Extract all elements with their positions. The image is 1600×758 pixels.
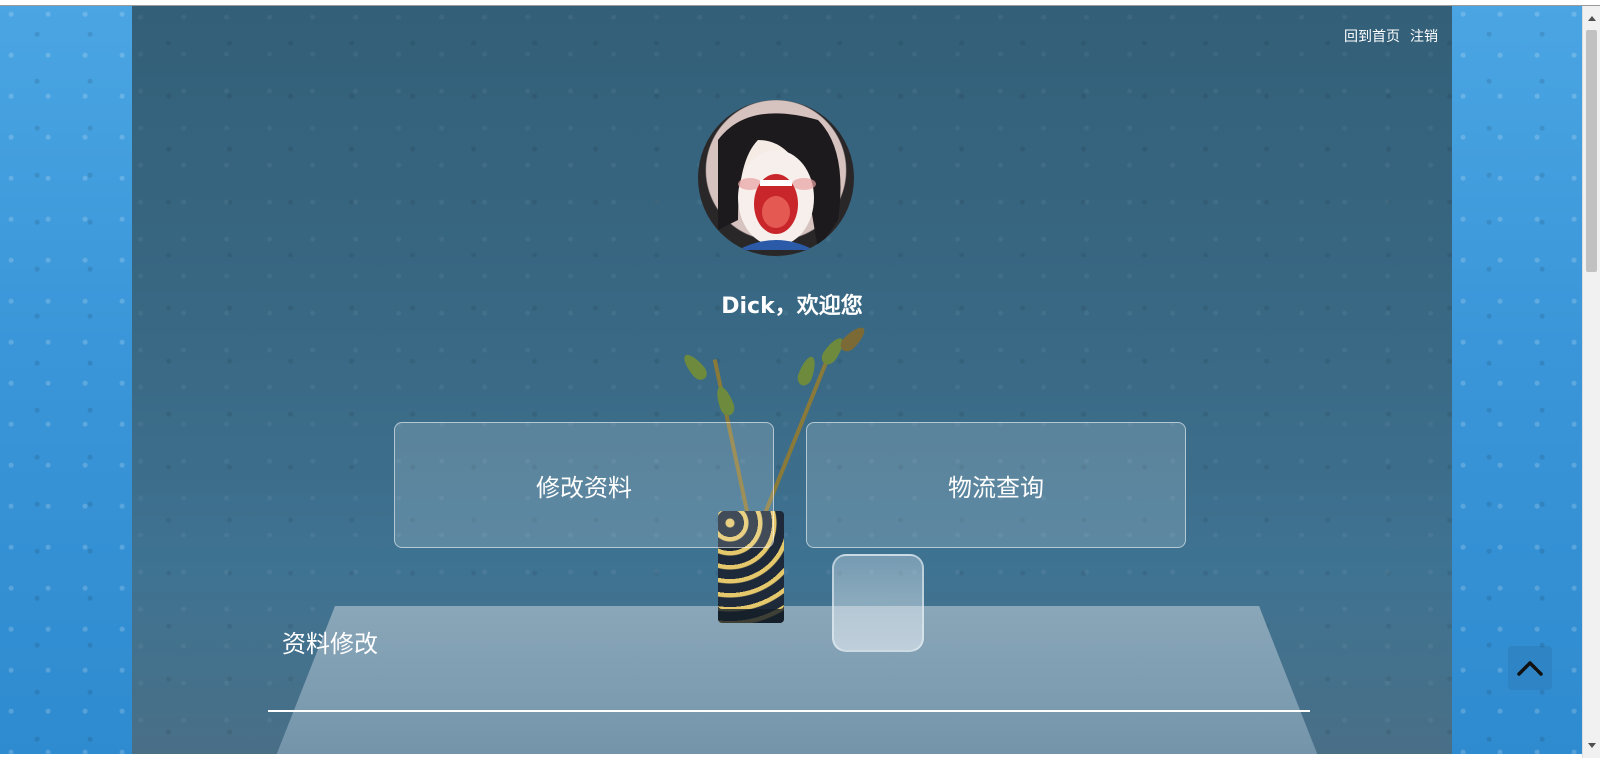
chevron-up-icon xyxy=(1517,661,1543,676)
edit-profile-button[interactable]: 修改资料 xyxy=(394,422,774,548)
scroll-down-arrow-icon[interactable] xyxy=(1588,743,1596,748)
section-divider xyxy=(268,710,1310,712)
main-panel: 回到首页 注销 Dick，欢迎您 修改资料 物流查询 资料修改 xyxy=(132,6,1452,758)
welcome-message: Dick，欢迎您 xyxy=(721,294,863,319)
plant-leaf xyxy=(713,384,737,418)
logout-link[interactable]: 注销 xyxy=(1410,26,1438,46)
window-bottom-border xyxy=(0,754,1582,758)
avatar-illustration xyxy=(718,113,841,250)
avatar xyxy=(698,100,854,256)
plant-leaf xyxy=(679,351,711,383)
vertical-scrollbar[interactable] xyxy=(1582,6,1600,758)
back-to-top-button[interactable] xyxy=(1508,646,1552,690)
home-link[interactable]: 回到首页 xyxy=(1344,26,1400,46)
left-background-wall xyxy=(0,6,132,758)
glass-jar xyxy=(832,554,924,652)
logistics-query-button[interactable]: 物流查询 xyxy=(806,422,1186,548)
background-table xyxy=(272,606,1322,758)
section-title: 资料修改 xyxy=(282,630,378,658)
top-nav: 回到首页 注销 xyxy=(1344,26,1438,46)
plant-leaf xyxy=(837,323,869,355)
scrollbar-thumb[interactable] xyxy=(1586,30,1597,272)
scroll-up-arrow-icon[interactable] xyxy=(1588,16,1596,21)
